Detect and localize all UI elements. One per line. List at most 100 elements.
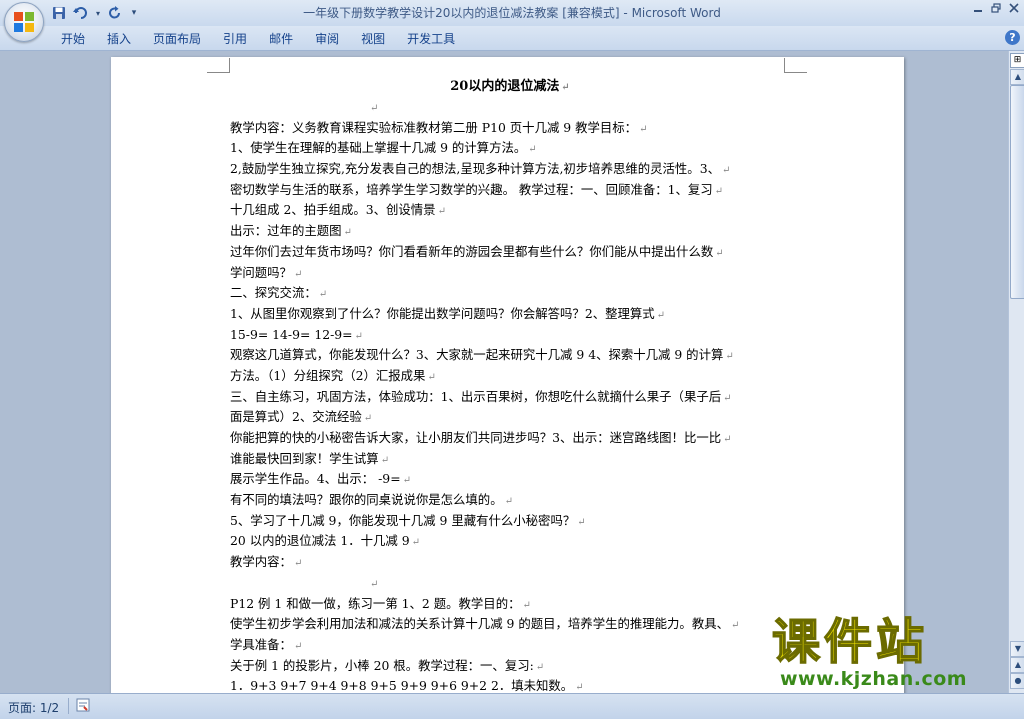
margin-corner-right xyxy=(784,58,807,73)
line-text: 观察这几道算式，你能发现什么？3、大家就一起来研究十几减 9 4、探索十几减 9… xyxy=(230,347,724,363)
minimize-icon[interactable] xyxy=(972,2,984,14)
document-line: 密切数学与生活的联系，培养学生学习数学的兴趣。 教学过程：一、回顾准备：1、复习… xyxy=(230,180,790,201)
line-text: 学问题吗？ xyxy=(230,264,292,280)
paragraph-mark: ↵ xyxy=(715,247,724,259)
paragraph-mark: ↵ xyxy=(354,330,363,342)
document-body[interactable]: 20以内的退位减法 ↵ ↵ 教学内容：义务教育课程实验标准教材第二册 P10 页十几… xyxy=(230,77,790,697)
line-text: 教学内容： xyxy=(230,554,292,570)
line-text: 有不同的填法吗？跟你的同桌说说你是怎么填的。 xyxy=(230,492,503,508)
document-line: 20 以内的退位减法 1．十几减 9 ↵ xyxy=(230,531,790,552)
document-line: 关于例 1 的投影片，小棒 20 根。教学过程：一、复习: ↵ xyxy=(230,656,790,677)
window-title: 一年级下册数学教学设计20以内的退位减法教案 [兼容模式] - Microsof… xyxy=(303,6,721,20)
line-text: 关于例 1 的投影片，小棒 20 根。教学过程：一、复习: xyxy=(230,657,534,673)
paragraph-mark: ↵ xyxy=(561,82,570,93)
paragraph-mark: ↵ xyxy=(639,123,648,135)
line-text: 1、从图里你观察到了什么？你能提出数学问题吗？你会解答吗？2、整理算式 xyxy=(230,305,655,321)
paragraph-mark: ↵ xyxy=(318,289,328,301)
paragraph-mark: ↵ xyxy=(731,620,740,632)
paragraph-mark: ↵ xyxy=(363,413,373,425)
document-line: 教学内容：义务教育课程实验标准教材第二册 P10 页十几减 9 教学目标： ↵ xyxy=(230,118,790,139)
line-text: 密切数学与生活的联系，培养学生学习数学的兴趣。 教学过程：一、回顾准备：1、复习 xyxy=(230,181,713,197)
line-text: 1．9+3 9+7 9+4 9+8 9+5 9+9 9+6 9+2 2．填未知数… xyxy=(230,678,574,694)
document-line: 学问题吗？ ↵ xyxy=(230,263,790,284)
paragraph-mark: ↵ xyxy=(535,661,545,673)
tab-mailings[interactable]: 邮件 xyxy=(258,30,304,48)
document-line: ↵ xyxy=(230,573,790,594)
margin-corner-left xyxy=(207,58,230,73)
line-text: 5、学习了十几减 9，你能发现十几减 9 里藏有什么小秘密吗？ xyxy=(230,512,576,528)
document-line: 谁能最快回到家！学生试算 ↵ xyxy=(230,449,790,470)
tab-references[interactable]: 引用 xyxy=(212,30,258,48)
paragraph-mark: ↵ xyxy=(656,309,666,321)
paragraph-mark: ↵ xyxy=(427,371,436,383)
tab-page-layout[interactable]: 页面布局 xyxy=(142,30,212,48)
line-text: 方法。（1）分组探究（2）汇报成果 xyxy=(230,367,426,383)
paragraph-mark: ↵ xyxy=(721,165,731,177)
line-text: 1、使学生在理解的基础上掌握十几减 9 的计算方法。 xyxy=(230,140,527,156)
document-line: 1、从图里你观察到了什么？你能提出数学问题吗？你会解答吗？2、整理算式 ↵ xyxy=(230,304,790,325)
document-line: 教学内容： ↵ xyxy=(230,552,790,573)
line-text: 谁能最快回到家！学生试算 xyxy=(230,450,379,466)
document-line: 5、学习了十几减 9，你能发现十几减 9 里藏有什么小秘密吗？ ↵ xyxy=(230,511,790,532)
watermark-url: www.kjzhan.com xyxy=(780,668,968,690)
document-line: 十几组成 2、拍手组成。3、创设情景 ↵ xyxy=(230,200,790,221)
office-button[interactable] xyxy=(4,2,44,42)
document-line: 15-9= 14-9= 12-9= ↵ xyxy=(230,325,790,346)
line-text: 学具准备： xyxy=(230,636,292,652)
line-text: P12 例 1 和做一做，练习一第 1、2 题。教学目的： xyxy=(230,595,521,611)
close-icon[interactable] xyxy=(1008,2,1020,14)
tab-review[interactable]: 审阅 xyxy=(304,30,350,48)
tab-view[interactable]: 视图 xyxy=(350,30,396,48)
paragraph-mark: ↵ xyxy=(723,392,732,404)
line-text: 教学内容：义务教育课程实验标准教材第二册 P10 页十几减 9 教学目标： xyxy=(230,119,638,135)
line-text: 三、自主练习，巩固方法，体验成功：1、出示百果树，你想吃什么就摘什么果子（果子后 xyxy=(230,388,722,404)
paragraph-mark: ↵ xyxy=(577,516,586,528)
scrollbar-thumb[interactable] xyxy=(1010,85,1024,299)
document-page[interactable]: 20以内的退位减法 ↵ ↵ 教学内容：义务教育课程实验标准教材第二册 P10 页十几… xyxy=(111,57,904,707)
ribbon-tab-bar: 开始 插入 页面布局 引用 邮件 审阅 视图 开发工具 ? xyxy=(0,26,1024,51)
document-line: P12 例 1 和做一做，练习一第 1、2 题。教学目的： ↵ xyxy=(230,594,790,615)
title-bar: ▾ ▾ 一年级下册数学教学设计20以内的退位减法教案 [兼容模式] - Micr… xyxy=(0,0,1024,26)
ruler-toggle-icon[interactable]: ⊞ xyxy=(1010,53,1024,68)
paragraph-mark: ↵ xyxy=(370,578,379,590)
paragraph-mark: ↵ xyxy=(411,537,421,549)
line-text: 过年你们去过年货市场吗？你门看看新年的游园会里都有些什么？你们能从中提出什么数 xyxy=(230,243,714,259)
ribbon-tabs: 开始 插入 页面布局 引用 邮件 审阅 视图 开发工具 xyxy=(50,30,466,48)
line-text: 20 以内的退位减法 1．十几减 9 xyxy=(230,533,410,549)
document-heading: 20以内的退位减法 ↵ xyxy=(230,77,790,97)
watermark-brand: 课件站 xyxy=(771,614,929,670)
document-line: 面是算式）2、交流经验 ↵ xyxy=(230,407,790,428)
document-line: 学具准备： ↵ xyxy=(230,635,790,656)
paragraph-mark: ↵ xyxy=(504,496,513,508)
scroll-up-icon[interactable]: ▲ xyxy=(1010,69,1024,85)
paragraph-mark: ↵ xyxy=(723,434,732,445)
line-text: 十几组成 2、拍手组成。3、创设情景 xyxy=(230,202,436,218)
tab-home[interactable]: 开始 xyxy=(50,30,96,48)
tab-insert[interactable]: 插入 xyxy=(96,30,142,48)
tab-developer[interactable]: 开发工具 xyxy=(396,30,466,48)
proofing-status-icon[interactable] xyxy=(76,698,90,712)
vertical-scrollbar[interactable]: ⊞ ▲ ▼ ▲ ● xyxy=(1008,51,1024,693)
document-line: 2,鼓励学生独立探究,充分发表自己的想法,呈现多种计算方法,初步培养思维的灵活性… xyxy=(230,159,790,180)
restore-icon[interactable] xyxy=(990,2,1002,14)
page-indicator[interactable]: 页面: 1/2 xyxy=(8,699,59,716)
paragraph-mark: ↵ xyxy=(293,640,303,652)
watermark-logo: 课件站 www.kjzhan.com xyxy=(771,614,1020,692)
paragraph-mark: ↵ xyxy=(293,558,303,570)
office-logo-icon xyxy=(14,12,34,32)
document-line: 二、探究交流： ↵ xyxy=(230,283,790,304)
paragraph-mark: ↵ xyxy=(714,185,724,197)
document-workspace: 20以内的退位减法 ↵ ↵ 教学内容：义务教育课程实验标准教材第二册 P10 页十几… xyxy=(0,51,1008,707)
line-text: 出示：过年的主题图 xyxy=(230,223,342,239)
document-line: 出示：过年的主题图 ↵ xyxy=(230,221,790,242)
document-line: 方法。（1）分组探究（2）汇报成果 ↵ xyxy=(230,366,790,387)
paragraph-mark: ↵ xyxy=(293,268,303,280)
paragraph-mark: ↵ xyxy=(522,599,531,611)
document-line: 展示学生作品。4、出示： -9= ↵ xyxy=(230,469,790,490)
paragraph-mark: ↵ xyxy=(402,475,411,487)
help-icon[interactable]: ? xyxy=(1005,30,1020,45)
paragraph-mark: ↵ xyxy=(437,206,446,218)
status-separator xyxy=(68,698,69,714)
window-controls xyxy=(972,2,1020,14)
paragraph-mark: ↵ xyxy=(343,227,352,239)
